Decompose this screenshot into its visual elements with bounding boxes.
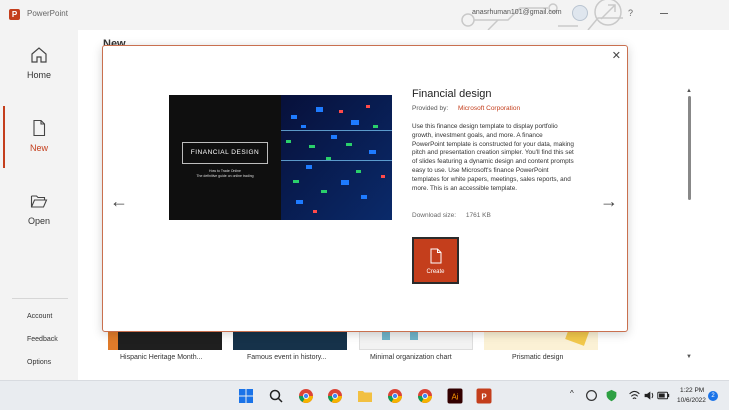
svg-text:P: P xyxy=(481,393,487,402)
volume-icon[interactable] xyxy=(643,389,656,402)
next-arrow-icon[interactable]: → xyxy=(600,191,618,212)
chrome-icon[interactable] xyxy=(387,388,403,404)
stock-board-image xyxy=(281,95,392,220)
account-email[interactable]: anasrhuman101@gmail.com xyxy=(472,9,562,16)
template-title: Financial design xyxy=(412,88,492,100)
sidebar-item-label: Home xyxy=(26,70,51,80)
scroll-up-icon[interactable]: ▲ xyxy=(686,88,692,94)
tray-security-icon[interactable] xyxy=(605,389,618,402)
template-label[interactable]: Minimal organization chart xyxy=(370,354,452,361)
windows-start-icon[interactable] xyxy=(238,388,254,404)
download-size: Download size: 1761 KB xyxy=(412,212,491,219)
template-preview-image: FINANCIAL DESIGN How to Trade Online The… xyxy=(169,95,392,220)
clock-date[interactable]: 10/6/2022 xyxy=(677,397,706,404)
sidebar-item-home[interactable]: Home xyxy=(0,46,78,106)
scrollbar-thumb[interactable] xyxy=(688,96,691,200)
chrome-icon[interactable] xyxy=(327,388,343,404)
title-bar: P PowerPoint anasrhuman101@gmail.com ? xyxy=(0,0,729,30)
sidebar-item-new[interactable]: New xyxy=(0,119,78,179)
help-icon[interactable]: ? xyxy=(628,8,633,18)
sidebar-link-feedback[interactable]: Feedback xyxy=(27,336,58,343)
sidebar-item-open[interactable]: Open xyxy=(0,192,78,252)
template-description: Use this finance design template to disp… xyxy=(412,123,574,192)
app-title: PowerPoint xyxy=(27,9,68,18)
sidebar: Home New Open Account Feedback Options xyxy=(0,30,78,380)
notification-badge[interactable]: 2 xyxy=(708,391,718,401)
template-label[interactable]: Famous event in history... xyxy=(247,354,327,361)
provided-by-label: Provided by: xyxy=(412,105,449,112)
chrome-icon[interactable] xyxy=(417,388,433,404)
home-icon xyxy=(31,47,47,63)
preview-subtitle: How to Trade Online xyxy=(209,169,241,173)
create-button[interactable]: Create xyxy=(412,237,459,284)
tray-chevron-icon[interactable]: ^ xyxy=(570,389,574,398)
download-size-value: 1761 KB xyxy=(465,212,491,219)
template-preview-dialog: ✕ ← → FINANCIAL DESIGN How to Trade Onli… xyxy=(102,45,628,332)
sidebar-link-options[interactable]: Options xyxy=(27,359,51,366)
create-label: Create xyxy=(426,269,445,275)
taskbar: Ai P ^ 1:22 PM 10/6/2022 2 xyxy=(0,380,729,410)
folder-open-icon xyxy=(30,195,48,208)
provider-name: Microsoft Corporation xyxy=(457,105,521,112)
powerpoint-logo-icon: P xyxy=(9,9,20,20)
sidebar-item-label: Open xyxy=(27,216,51,226)
avatar[interactable] xyxy=(572,5,588,21)
template-label[interactable]: Hispanic Heritage Month... xyxy=(120,354,202,361)
wifi-icon[interactable] xyxy=(628,389,641,402)
preview-title-panel: FINANCIAL DESIGN How to Trade Online The… xyxy=(169,95,281,220)
preview-tagline: The definitive guide on online trading xyxy=(196,174,254,178)
sidebar-divider xyxy=(12,298,68,299)
close-icon[interactable]: ✕ xyxy=(612,49,621,62)
sidebar-link-account[interactable]: Account xyxy=(27,313,52,320)
scroll-down-icon[interactable]: ▼ xyxy=(686,354,692,360)
previous-arrow-icon[interactable]: ← xyxy=(110,191,128,212)
clock-time[interactable]: 1:22 PM xyxy=(680,387,704,394)
file-explorer-icon[interactable] xyxy=(357,388,373,404)
provided-by: Provided by: Microsoft Corporation xyxy=(412,105,520,112)
download-size-label: Download size: xyxy=(412,212,457,219)
template-label[interactable]: Prismatic design xyxy=(512,354,563,361)
illustrator-icon[interactable]: Ai xyxy=(447,388,463,404)
chrome-icon[interactable] xyxy=(298,388,314,404)
new-file-icon xyxy=(430,248,441,264)
search-icon[interactable] xyxy=(268,388,284,404)
svg-text:Ai: Ai xyxy=(451,393,458,402)
tray-app-icon[interactable] xyxy=(585,389,598,402)
sidebar-item-label: New xyxy=(29,143,48,153)
preview-heading: FINANCIAL DESIGN xyxy=(182,142,268,164)
minimize-icon[interactable] xyxy=(660,13,668,14)
powerpoint-icon[interactable]: P xyxy=(476,388,492,404)
battery-icon[interactable] xyxy=(657,389,670,402)
new-file-icon xyxy=(33,119,46,137)
